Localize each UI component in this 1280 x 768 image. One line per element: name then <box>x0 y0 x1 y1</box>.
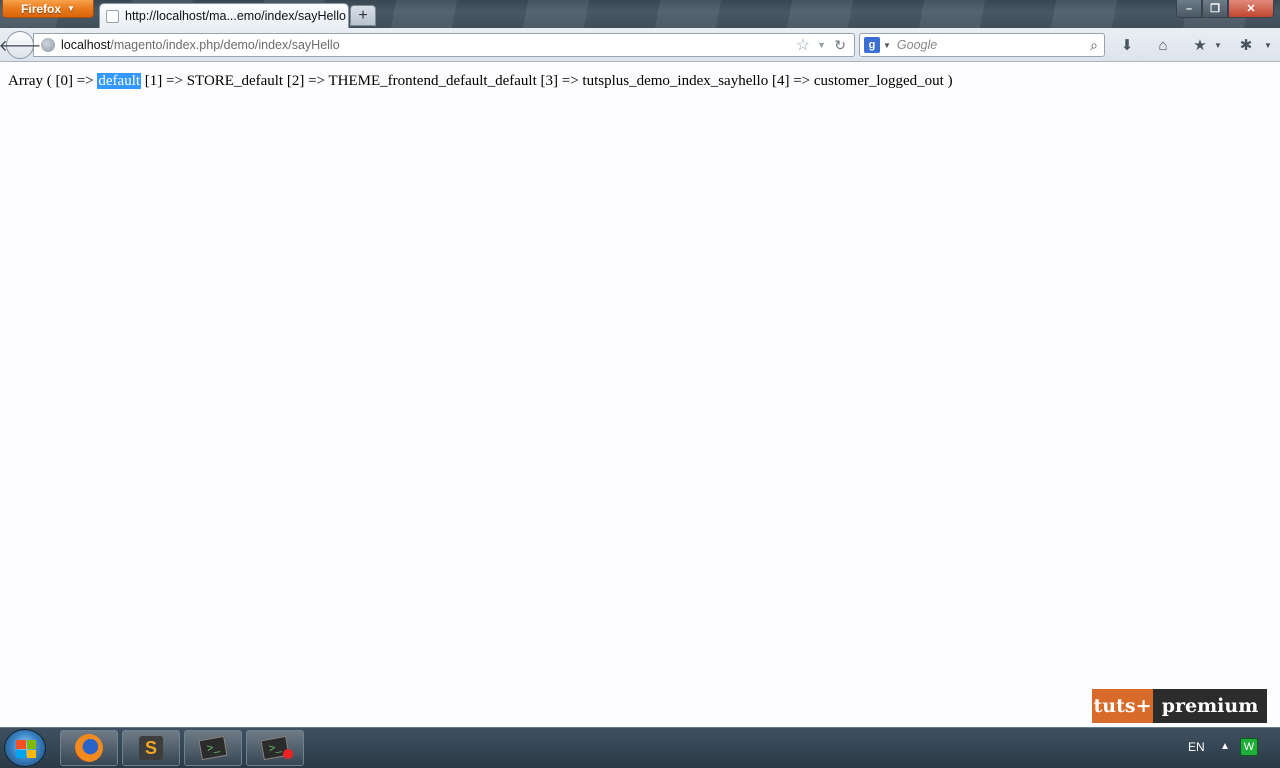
new-tab-button[interactable]: + <box>350 5 376 26</box>
start-button[interactable] <box>4 729 46 767</box>
array-prefix: Array ( [0] => <box>8 73 98 89</box>
search-icon[interactable]: ⌕ <box>1090 37 1098 54</box>
tuts-premium-watermark: tuts+ premium <box>1092 689 1267 723</box>
star-icon[interactable]: ☆ <box>796 35 810 55</box>
search-bar[interactable]: g ▼ Google ⌕ <box>859 33 1105 57</box>
search-engine-caret-icon[interactable]: ▼ <box>883 41 891 50</box>
tab-active[interactable]: http://localhost/ma...emo/index/sayHello <box>99 3 349 28</box>
language-indicator[interactable]: EN <box>1188 740 1205 754</box>
page-content: Array ( [0] => default [1] => STORE_defa… <box>0 63 1280 727</box>
firefox-icon <box>75 734 103 762</box>
title-bar: Firefox ▼ http://localhost/ma...emo/inde… <box>0 0 1280 28</box>
history-dropdown-icon[interactable]: ▼ <box>817 40 826 50</box>
bookmarks-caret-icon[interactable]: ▼ <box>1208 36 1228 54</box>
navigation-bar: localhost /magento/index.php/demo/index/… <box>0 28 1280 62</box>
array-output: Array ( [0] => default [1] => STORE_defa… <box>8 73 953 90</box>
tuts-logo: tuts+ <box>1092 689 1153 723</box>
search-placeholder: Google <box>896 38 938 52</box>
addons-caret-icon[interactable]: ▼ <box>1258 36 1278 54</box>
firefox-menu-label: Firefox <box>21 1 62 16</box>
page-icon <box>106 9 119 23</box>
terminal-icon: >_ <box>198 735 228 761</box>
home-icon[interactable]: ⌂ <box>1153 36 1173 54</box>
url-host: localhost <box>61 38 111 52</box>
caret-down-icon: ▼ <box>67 4 75 13</box>
array-suffix: [1] => STORE_default [2] => THEME_fronte… <box>141 73 953 89</box>
taskbar-terminal-button[interactable]: >_ <box>184 730 242 766</box>
firefox-menu-button[interactable]: Firefox ▼ <box>2 0 94 18</box>
globe-icon <box>41 38 55 52</box>
close-button[interactable]: ✕ <box>1228 0 1274 18</box>
taskbar-sublime-button[interactable]: S <box>122 730 180 766</box>
url-bar[interactable]: localhost /magento/index.php/demo/index/… <box>33 33 855 57</box>
tray-app-icon[interactable]: W <box>1240 738 1258 756</box>
download-icon[interactable]: ⬇ <box>1117 36 1137 54</box>
maximize-button[interactable]: ❐ <box>1202 0 1228 18</box>
reload-icon[interactable]: ↻ <box>834 37 846 54</box>
back-arrow-icon: 🡐 <box>0 37 42 55</box>
back-button[interactable]: 🡐 <box>0 31 41 59</box>
taskbar: S >_ >_ EN ▲ W <box>0 727 1280 768</box>
tab-title: http://localhost/ma...emo/index/sayHello <box>125 9 346 23</box>
minimize-button[interactable]: – <box>1176 0 1202 18</box>
addons-icon[interactable]: ✱ <box>1236 36 1256 54</box>
record-dot-icon <box>283 749 293 759</box>
premium-logo: premium <box>1153 689 1267 723</box>
selected-text[interactable]: default <box>97 73 142 89</box>
url-path: /magento/index.php/demo/index/sayHello <box>110 38 340 52</box>
taskbar-terminal-recording-button[interactable]: >_ <box>246 730 304 766</box>
sublime-text-icon: S <box>139 736 163 760</box>
taskbar-firefox-button[interactable] <box>60 730 118 766</box>
google-icon[interactable]: g <box>864 37 880 53</box>
bookmarks-icon[interactable]: ★ <box>1190 36 1210 54</box>
show-hidden-icons-icon[interactable]: ▲ <box>1220 741 1230 752</box>
windows-logo-icon <box>16 740 36 758</box>
